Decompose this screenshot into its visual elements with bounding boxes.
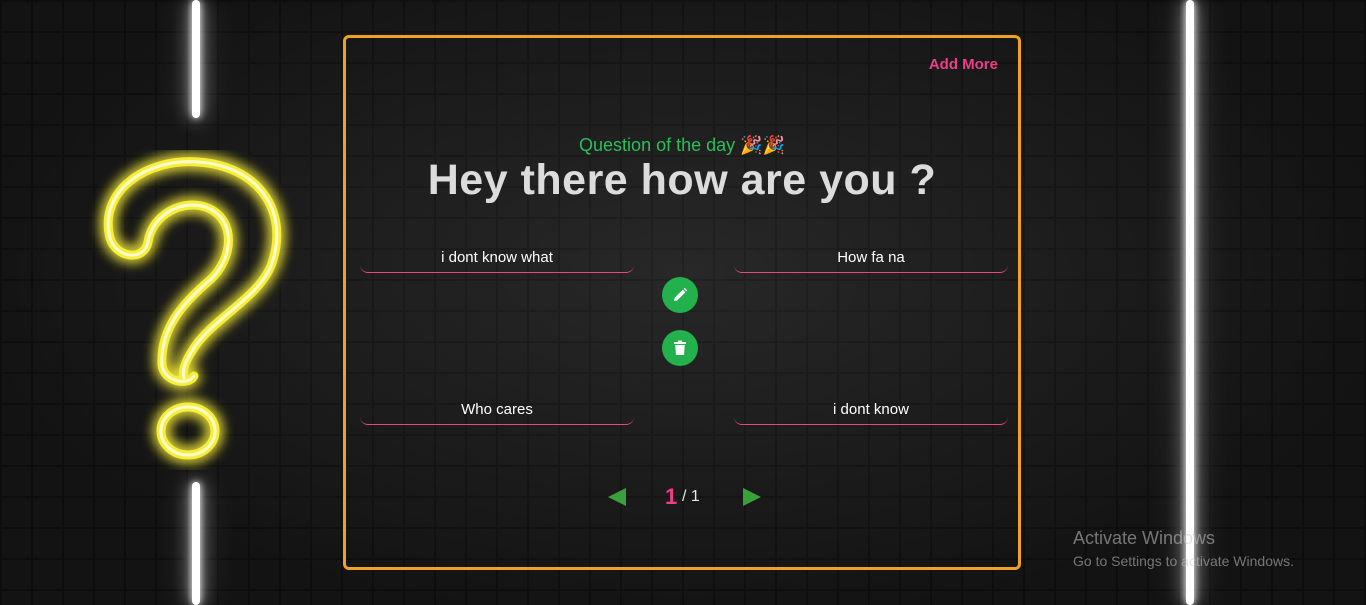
question-card: Add More Question of the day 🎉🎉 Hey ther… [343, 35, 1021, 570]
option-2[interactable]: How fa na [734, 244, 1008, 273]
option-3[interactable]: Who cares [360, 396, 634, 425]
next-page-button[interactable] [743, 488, 761, 506]
trash-icon [674, 340, 686, 355]
total-pages: / 1 [682, 488, 700, 505]
watermark-subtitle: Go to Settings to activate Windows. [1073, 553, 1294, 569]
watermark-title: Activate Windows [1073, 528, 1216, 548]
prev-page-button[interactable] [608, 488, 626, 506]
delete-button[interactable] [662, 330, 698, 366]
add-more-button[interactable]: Add More [929, 56, 998, 73]
question-title: Hey there how are you ? [427, 156, 937, 204]
option-4[interactable]: i dont know [734, 396, 1008, 425]
neon-bar-right [1186, 0, 1194, 605]
neon-question-mark-icon [103, 157, 282, 460]
neon-bar-left-top [192, 0, 200, 118]
pagination: 1 / 1 [346, 482, 1018, 512]
question-subtitle: Question of the day 🎉🎉 [579, 135, 785, 155]
pencil-icon [674, 287, 688, 301]
current-page-number: 1 [665, 484, 678, 509]
neon-bar-left-bottom [192, 482, 200, 605]
windows-activation-watermark: Activate Windows Go to Settings to activ… [1073, 528, 1294, 569]
option-1[interactable]: i dont know what [360, 244, 634, 273]
edit-button[interactable] [662, 277, 698, 313]
